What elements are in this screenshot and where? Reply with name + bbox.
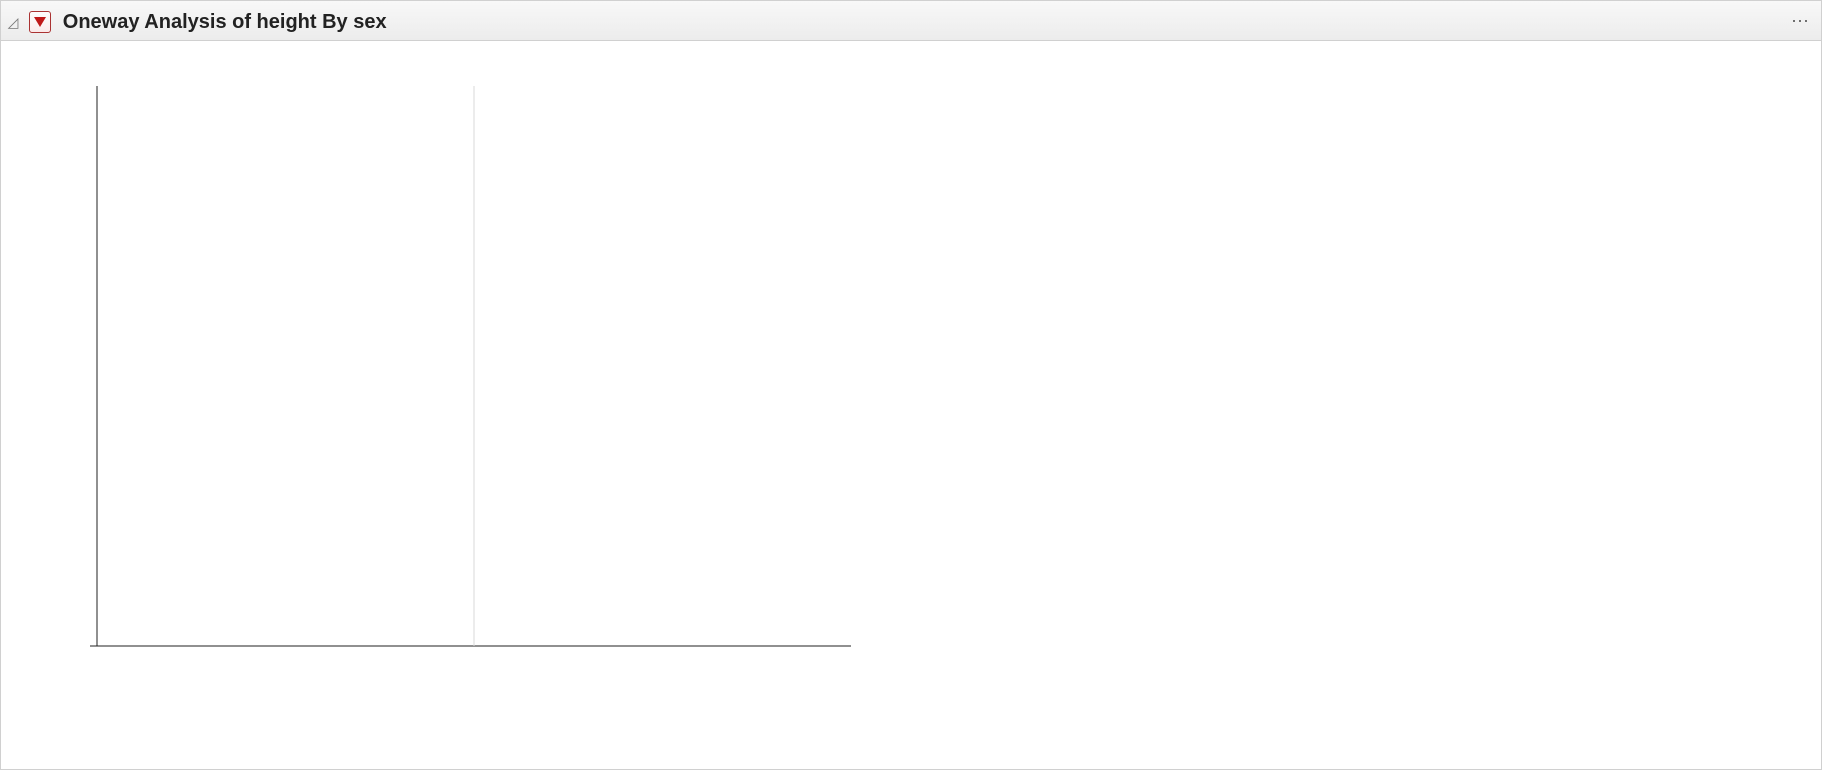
panel-titlebar: ◿ Oneway Analysis of height By sex ⋯ bbox=[1, 1, 1821, 41]
oneway-panel: ◿ Oneway Analysis of height By sex ⋯ bbox=[0, 0, 1822, 770]
overflow-icon[interactable]: ⋯ bbox=[1791, 1, 1811, 41]
disclosure-open-icon[interactable]: ◿ bbox=[5, 2, 21, 42]
triangle-down-icon[interactable] bbox=[29, 11, 51, 33]
charts-svg bbox=[1, 41, 1822, 771]
panel-title: Oneway Analysis of height By sex bbox=[63, 2, 387, 42]
chart-area bbox=[1, 41, 1821, 769]
